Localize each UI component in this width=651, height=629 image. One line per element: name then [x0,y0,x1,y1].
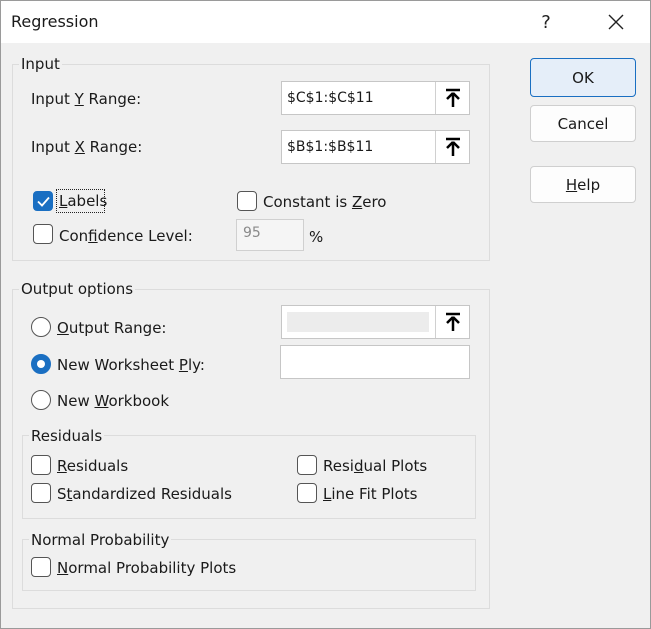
close-icon [608,14,624,30]
labels-checkbox[interactable] [33,191,53,211]
confidence-level-label[interactable]: Confidence Level: [59,227,193,245]
output-options-label: Output options [19,280,136,298]
dialog-title: Regression [11,12,99,31]
residual-plots-label[interactable]: Residual Plots [323,457,427,475]
normal-probability-group-label: Normal Probability [29,531,172,549]
arrow-up-icon [446,312,460,331]
input-y-range-value: $C$1:$C$11 [287,90,374,106]
confidence-level-checkbox[interactable] [33,224,53,244]
output-range-input [287,312,429,332]
regression-dialog: Regression ? Input Input Y Range: $C$1:$… [0,0,651,629]
labels-label[interactable]: Labels [59,192,107,210]
input-y-range-label: Input Y Range: [31,90,142,108]
constant-is-zero-label[interactable]: Constant is Zero [263,193,386,211]
confidence-level-input[interactable]: 95 [236,219,304,251]
arrow-up-icon [446,88,460,107]
output-range-field[interactable] [281,305,470,339]
help-title-button[interactable]: ? [526,5,566,39]
normal-probability-plots-checkbox[interactable] [31,557,51,577]
confidence-level-value: 95 [243,225,261,241]
input-x-range-value: $B$1:$B$11 [287,139,374,155]
output-range-label[interactable]: Output Range: [57,319,166,337]
input-x-range-field[interactable]: $B$1:$B$11 [281,130,470,164]
new-workbook-label[interactable]: New Workbook [57,392,169,410]
ok-button[interactable]: OK [530,58,636,97]
residuals-group [22,435,476,519]
residuals-group-label: Residuals [29,427,105,445]
checkmark-icon [37,196,50,207]
constant-is-zero-checkbox[interactable] [237,191,257,211]
new-worksheet-ply-label[interactable]: New Worksheet Ply: [57,356,205,374]
question-icon: ? [541,11,551,33]
output-range-radio[interactable] [31,317,51,337]
arrow-up-icon [446,137,460,156]
normal-probability-plots-label[interactable]: Normal Probability Plots [57,559,236,577]
title-bar: Regression ? [1,1,650,43]
standardized-residuals-label[interactable]: Standardized Residuals [57,485,232,503]
percent-sign: % [309,228,324,246]
line-fit-plots-checkbox[interactable] [297,483,317,503]
new-worksheet-ply-input[interactable] [280,345,470,379]
close-button[interactable] [596,5,636,39]
input-y-range-collapse-button[interactable] [435,82,469,114]
help-button[interactable]: Help [530,166,636,203]
new-workbook-radio[interactable] [31,390,51,410]
residuals-checkbox[interactable] [31,455,51,475]
line-fit-plots-label[interactable]: Line Fit Plots [323,485,417,503]
input-group-label: Input [19,55,62,73]
input-x-range-label: Input X Range: [31,138,143,156]
residuals-label[interactable]: Residuals [57,457,128,475]
standardized-residuals-checkbox[interactable] [31,483,51,503]
residual-plots-checkbox[interactable] [297,455,317,475]
input-y-range-field[interactable]: $C$1:$C$11 [281,81,470,115]
new-worksheet-ply-radio[interactable] [31,354,51,374]
cancel-button[interactable]: Cancel [530,105,636,142]
input-x-range-collapse-button[interactable] [435,131,469,163]
output-range-collapse-button[interactable] [435,306,469,338]
